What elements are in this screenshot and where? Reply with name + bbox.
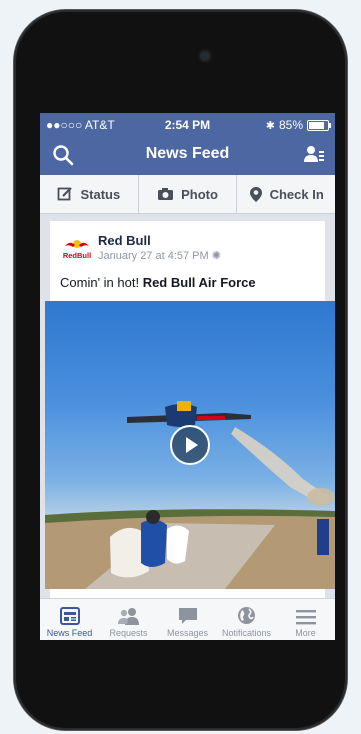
post-timestamp[interactable]: January 27 at 4:57 PM ✺ bbox=[98, 249, 221, 262]
tab-label: Notifications bbox=[221, 628, 272, 638]
friends-list-icon[interactable] bbox=[303, 144, 325, 166]
privacy-icon: ✺ bbox=[211, 250, 221, 262]
status-button[interactable]: Status bbox=[40, 175, 138, 213]
check-in-button[interactable]: Check In bbox=[236, 175, 335, 213]
message-text: Comin' in hot! bbox=[60, 275, 143, 290]
tab-label: More bbox=[295, 628, 316, 638]
app-screen: ●●○○○ AT&T 2:54 PM ✱ 85% News Feed Statu… bbox=[40, 113, 335, 640]
post-message: Comin' in hot! Red Bull Air Force bbox=[60, 275, 256, 290]
tab-news-feed[interactable]: News Feed bbox=[40, 599, 99, 640]
tab-bar: News Feed Requests Messages Notification… bbox=[40, 598, 335, 640]
edit-icon bbox=[58, 187, 73, 201]
post-time: January 27 at 4:57 PM bbox=[98, 250, 209, 262]
tab-label: Messages bbox=[166, 628, 209, 638]
messages-icon bbox=[178, 608, 197, 624]
status-bar: ●●○○○ AT&T 2:54 PM ✱ 85% bbox=[40, 113, 335, 135]
news-feed-icon bbox=[59, 607, 80, 625]
camera-icon bbox=[158, 188, 174, 200]
bluetooth-icon: ✱ bbox=[265, 119, 275, 132]
app-header: ●●○○○ AT&T 2:54 PM ✱ 85% News Feed bbox=[40, 113, 335, 175]
message-link[interactable]: Red Bull Air Force bbox=[143, 275, 256, 290]
battery-indicator: ✱ 85% bbox=[265, 118, 331, 132]
location-pin-icon bbox=[249, 186, 262, 202]
play-button[interactable] bbox=[170, 425, 210, 465]
post-author[interactable]: Red Bull bbox=[98, 233, 151, 248]
page-title: News Feed bbox=[145, 145, 230, 162]
globe-icon bbox=[238, 607, 255, 624]
requests-icon bbox=[117, 608, 139, 625]
tab-notifications[interactable]: Notifications bbox=[217, 599, 276, 640]
tab-requests[interactable]: Requests bbox=[99, 599, 158, 640]
feed-post: RedBull Red Bull January 27 at 4:57 PM ✺… bbox=[45, 221, 335, 640]
battery-percent: 85% bbox=[278, 118, 303, 132]
check-in-label: Check In bbox=[269, 186, 324, 202]
post-video[interactable] bbox=[45, 301, 335, 589]
tab-label: News Feed bbox=[46, 628, 93, 638]
front-camera bbox=[200, 51, 210, 61]
nav-bar: News Feed bbox=[40, 135, 335, 175]
tab-label: Requests bbox=[109, 628, 148, 638]
tab-messages[interactable]: Messages bbox=[158, 599, 217, 640]
svg-text:RedBull: RedBull bbox=[63, 251, 91, 260]
battery-icon bbox=[307, 119, 331, 131]
red-bull-logo[interactable]: RedBull bbox=[62, 237, 92, 261]
status-label: Status bbox=[80, 186, 121, 202]
photo-button[interactable]: Photo bbox=[137, 175, 237, 213]
menu-icon bbox=[295, 610, 316, 625]
composer-bar: Status Photo Check In bbox=[40, 175, 335, 214]
photo-label: Photo bbox=[181, 186, 218, 202]
tab-more[interactable]: More bbox=[276, 599, 335, 640]
